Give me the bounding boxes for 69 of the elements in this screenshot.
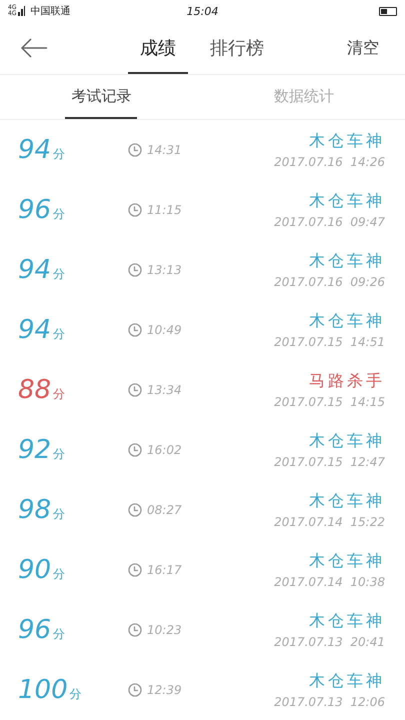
record-date: 2017.07.16 14:26: [274, 155, 385, 169]
record-date: 2017.07.13 20:41: [274, 635, 385, 649]
score-unit: 分: [53, 506, 66, 523]
score-unit: 分: [70, 686, 82, 703]
score-unit: 分: [53, 446, 66, 463]
duration-text: 11:15: [147, 203, 182, 217]
back-icon[interactable]: [20, 38, 48, 58]
carrier-label: 中国联通: [30, 4, 70, 18]
duration-text: 13:13: [147, 263, 182, 277]
clear-button[interactable]: 清空: [341, 36, 385, 60]
record-date: 2017.07.15 14:51: [274, 335, 385, 349]
rank-title: 木仓车神: [309, 311, 385, 332]
duration-text: 13:34: [147, 383, 182, 397]
battery-icon: [379, 6, 397, 16]
record-date: 2017.07.15 12:47: [274, 455, 385, 469]
record-date: 2017.07.16 09:47: [274, 215, 385, 229]
score-unit: 分: [53, 146, 66, 163]
clock-icon: [128, 203, 142, 217]
rank-title: 马路杀手: [309, 371, 385, 392]
score-unit: 分: [53, 386, 66, 403]
record-date: 2017.07.14 15:22: [274, 515, 385, 529]
rank-title: 木仓车神: [309, 191, 385, 212]
rank-title: 木仓车神: [309, 551, 385, 572]
score-value: 96: [18, 195, 52, 225]
clock-icon: [128, 623, 142, 637]
clock-icon: [128, 143, 142, 157]
record-date: 2017.07.15 14:15: [274, 395, 385, 409]
header-tab[interactable]: 排行榜: [198, 22, 276, 74]
score-value: 88: [18, 375, 52, 405]
duration-text: 08:27: [147, 503, 182, 517]
signal-icon: [18, 6, 26, 16]
rank-title: 木仓车神: [309, 491, 385, 512]
rank-title: 木仓车神: [309, 131, 385, 152]
rank-title: 木仓车神: [309, 431, 385, 452]
clock-icon: [128, 263, 142, 277]
score-value: 90: [18, 555, 52, 585]
score-unit: 分: [53, 566, 66, 583]
score-unit: 分: [53, 326, 66, 343]
duration-text: 10:49: [147, 323, 182, 337]
rank-title: 木仓车神: [309, 611, 385, 632]
clock-icon: [128, 383, 142, 397]
score-value: 98: [18, 495, 52, 525]
record-date: 2017.07.14 10:38: [274, 575, 385, 589]
score-value: 100: [18, 675, 68, 705]
record-date: 2017.07.16 09:26: [274, 275, 385, 289]
record-date: 2017.07.13 12:06: [274, 695, 385, 709]
header-tab[interactable]: 成绩: [128, 22, 188, 74]
duration-text: 10:23: [147, 623, 182, 637]
rank-title: 木仓车神: [309, 251, 385, 272]
score-value: 92: [18, 435, 52, 465]
duration-text: 12:39: [147, 683, 182, 697]
clock-time: 15:04: [186, 4, 218, 18]
score-unit: 分: [53, 206, 66, 223]
duration-text: 16:02: [147, 443, 182, 457]
clock-icon: [128, 503, 142, 517]
clock-icon: [128, 563, 142, 577]
clock-icon: [128, 323, 142, 337]
duration-text: 16:17: [147, 563, 182, 577]
score-value: 94: [18, 315, 52, 345]
rank-title: 木仓车神: [309, 671, 385, 692]
score-unit: 分: [53, 266, 66, 283]
score-value: 94: [18, 255, 52, 285]
score-value: 94: [18, 135, 52, 165]
clock-icon: [128, 443, 142, 457]
score-unit: 分: [53, 626, 66, 643]
clock-icon: [128, 683, 142, 697]
duration-text: 14:31: [147, 143, 182, 157]
score-value: 96: [18, 615, 52, 645]
sub-tab[interactable]: 考试记录: [0, 75, 202, 119]
